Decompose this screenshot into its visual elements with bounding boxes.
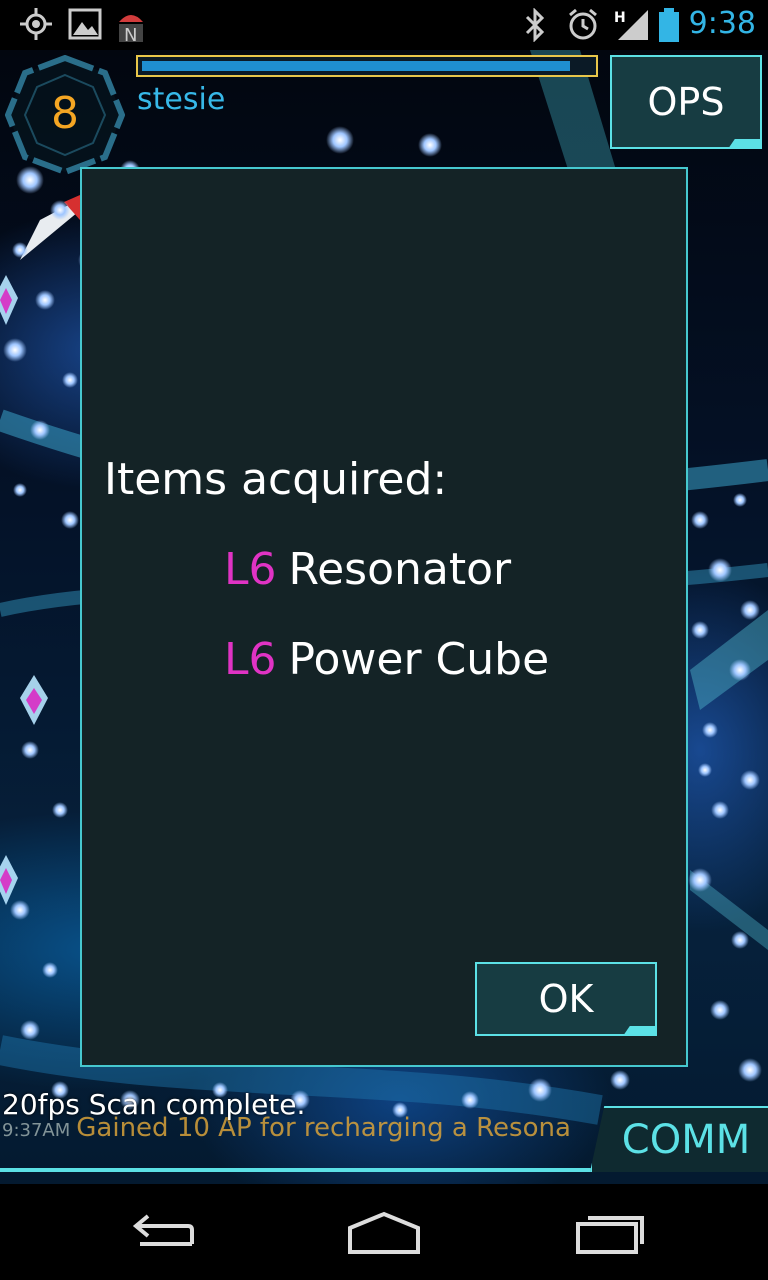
xm-particle [461, 1091, 479, 1109]
xm-particle [688, 868, 712, 892]
xm-particle [702, 722, 718, 738]
comm-button-label: COMM [621, 1117, 751, 1163]
recents-icon[interactable] [560, 1204, 660, 1260]
svg-text:N: N [124, 25, 137, 44]
xm-particle [30, 420, 50, 440]
status-bar: N H 9:38 [0, 0, 768, 50]
item-level: L6 [224, 634, 277, 685]
xm-particle [42, 962, 58, 978]
xm-particle [62, 372, 78, 388]
bluetooth-icon [525, 8, 545, 42]
item-name: Resonator [288, 544, 512, 595]
xm-particle [13, 483, 27, 497]
xm-particle [710, 1000, 730, 1020]
xm-particle [610, 1070, 630, 1090]
xp-progress-bar [136, 55, 598, 77]
navigation-bar [0, 1184, 768, 1280]
ticker-timestamp: 9:37AM [2, 1120, 71, 1141]
xm-particle [20, 1020, 40, 1040]
xm-particle [3, 338, 27, 362]
gps-icon [20, 8, 52, 40]
xm-particle [729, 659, 751, 681]
acquired-item: L6 Resonator [224, 544, 511, 595]
xm-particle [326, 126, 354, 154]
ok-button-label: OK [538, 977, 594, 1021]
xm-particle [738, 1058, 762, 1082]
resonator-icon[interactable] [0, 270, 40, 330]
ok-button[interactable]: OK [475, 962, 657, 1036]
xm-particle [528, 1078, 552, 1102]
agent-level: 8 [51, 88, 79, 139]
xm-particle [61, 511, 79, 529]
back-icon[interactable] [110, 1204, 210, 1260]
xm-particle [12, 242, 28, 258]
acquired-item: L6 Power Cube [224, 634, 549, 685]
image-notification-icon [68, 8, 102, 40]
resonator-icon[interactable] [6, 670, 66, 730]
xm-particle [52, 802, 68, 818]
items-acquired-dialog: Items acquired: L6 Resonator L6 Power Cube… [80, 167, 688, 1067]
xm-particle [691, 621, 709, 639]
xm-particle [733, 493, 747, 507]
battery-icon [659, 8, 679, 42]
ops-button-label: OPS [647, 80, 725, 124]
button-corner-accent [728, 139, 762, 149]
xm-particle [21, 741, 39, 759]
xm-particle [698, 763, 712, 777]
xm-particle [740, 770, 760, 790]
xm-particle [10, 900, 30, 920]
ops-button[interactable]: OPS [610, 55, 762, 149]
xm-particle [740, 600, 760, 620]
agent-name[interactable]: stesie [137, 82, 225, 117]
xp-progress-fill [142, 61, 570, 71]
dialog-title: Items acquired: [104, 454, 448, 505]
item-name: Power Cube [288, 634, 550, 685]
xm-particle [418, 133, 442, 157]
home-icon[interactable] [334, 1204, 434, 1260]
network-type-label: H [614, 10, 626, 26]
xm-particle [35, 290, 55, 310]
xm-particle [708, 558, 732, 582]
clock: 9:38 [688, 6, 756, 41]
xm-particle [731, 931, 749, 949]
alarm-icon [569, 8, 597, 40]
item-level: L6 [224, 544, 277, 595]
signal-icon: H [614, 10, 648, 40]
android-notification-icon: N [119, 15, 143, 44]
comm-button[interactable]: COMM [590, 1106, 768, 1172]
button-corner-accent [623, 1026, 657, 1036]
xm-particle [50, 200, 70, 220]
xm-particle [691, 511, 709, 529]
fps-status-text: 20fps Scan complete. [2, 1088, 306, 1121]
comm-divider [0, 1168, 600, 1172]
xm-particle [711, 801, 729, 819]
